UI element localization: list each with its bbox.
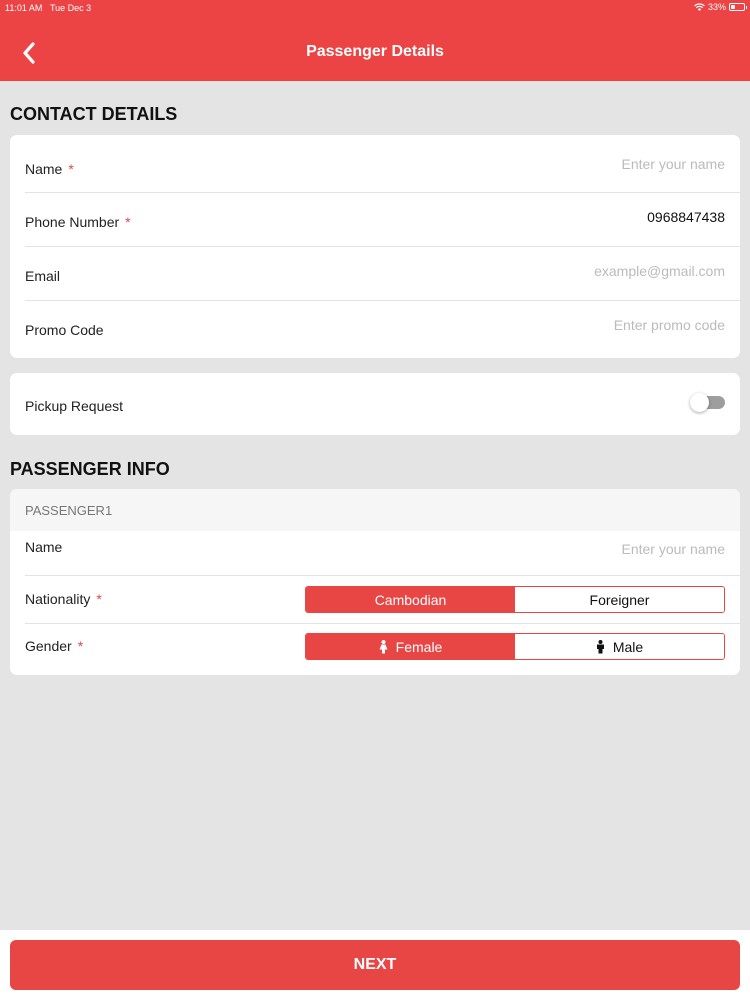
status-indicators: 33% bbox=[694, 2, 747, 12]
battery-icon bbox=[729, 3, 747, 11]
status-time: 11:01 AM bbox=[5, 3, 43, 13]
passenger-info-heading: PASSENGER INFO bbox=[10, 459, 170, 479]
contact-email-row: Email bbox=[10, 247, 740, 300]
contact-promo-label: Promo Code bbox=[25, 322, 104, 338]
battery-level bbox=[731, 5, 735, 9]
nationality-label: Nationality * bbox=[25, 591, 102, 607]
contact-name-input[interactable] bbox=[425, 156, 725, 172]
gender-segmented-control: Female Male bbox=[305, 633, 725, 660]
nationality-row: Nationality * Cambodian Foreigner bbox=[10, 576, 740, 623]
contact-phone-row: Phone Number * bbox=[10, 193, 740, 246]
passenger-card: PASSENGER1 Name Nationality * Cambodian F… bbox=[10, 489, 740, 675]
male-icon bbox=[596, 639, 604, 653]
contact-name-row: Name * bbox=[10, 135, 740, 192]
required-marker: * bbox=[125, 214, 131, 230]
pickup-request-toggle[interactable] bbox=[690, 393, 725, 412]
passenger-tag: PASSENGER1 bbox=[25, 503, 113, 518]
pickup-request-label: Pickup Request bbox=[25, 398, 124, 414]
female-icon bbox=[379, 639, 388, 653]
required-marker: * bbox=[77, 638, 84, 654]
passenger-name-label: Name bbox=[25, 539, 63, 555]
gender-option-label: Female bbox=[395, 638, 443, 655]
gender-label-text: Gender bbox=[25, 638, 72, 654]
app-header: 11:01 AM Tue Dec 3 33% Passenger Details bbox=[0, 0, 750, 81]
nationality-label-text: Nationality bbox=[25, 591, 91, 607]
contact-details-card: Name * Phone Number * Email Promo Code bbox=[10, 135, 740, 358]
passenger-name-row: Name bbox=[10, 531, 740, 575]
nationality-option-foreigner[interactable]: Foreigner bbox=[515, 587, 724, 612]
pickup-request-card: Pickup Request bbox=[10, 373, 740, 435]
nationality-segmented-control: Cambodian Foreigner bbox=[305, 586, 725, 613]
required-marker: * bbox=[96, 591, 102, 607]
contact-promo-row: Promo Code bbox=[10, 301, 740, 358]
contact-phone-input[interactable] bbox=[425, 209, 725, 225]
contact-details-heading: CONTACT DETAILS bbox=[10, 104, 178, 124]
nationality-option-label: Foreigner bbox=[589, 591, 650, 608]
next-button[interactable]: NEXT bbox=[10, 940, 740, 990]
contact-email-label: Email bbox=[25, 268, 61, 284]
battery-percent: 33% bbox=[707, 2, 726, 12]
promo-code-input[interactable] bbox=[425, 317, 725, 333]
passenger-header: PASSENGER1 bbox=[10, 489, 740, 531]
status-date: Tue Dec 3 bbox=[50, 3, 92, 13]
gender-option-label: Male bbox=[612, 638, 644, 655]
contact-phone-label-text: Phone Number bbox=[25, 214, 120, 230]
page-title: Passenger Details bbox=[306, 43, 444, 60]
contact-phone-label: Phone Number * bbox=[25, 214, 131, 230]
passenger-name-input[interactable] bbox=[425, 541, 725, 557]
gender-label: Gender * bbox=[25, 638, 83, 654]
nationality-option-cambodian[interactable]: Cambodian bbox=[306, 587, 515, 612]
status-bar: 11:01 AM Tue Dec 3 33% bbox=[0, 0, 750, 16]
gender-row: Gender * Female Male bbox=[10, 624, 740, 675]
contact-email-input[interactable] bbox=[425, 263, 725, 279]
required-marker: * bbox=[68, 161, 74, 177]
toggle-knob bbox=[690, 393, 709, 412]
contact-name-label-text: Name bbox=[25, 161, 63, 177]
nationality-option-label: Cambodian bbox=[374, 591, 447, 608]
gender-option-male[interactable]: Male bbox=[515, 634, 724, 659]
contact-name-label: Name * bbox=[25, 161, 74, 177]
wifi-icon bbox=[694, 3, 705, 11]
gender-option-female[interactable]: Female bbox=[306, 634, 515, 659]
